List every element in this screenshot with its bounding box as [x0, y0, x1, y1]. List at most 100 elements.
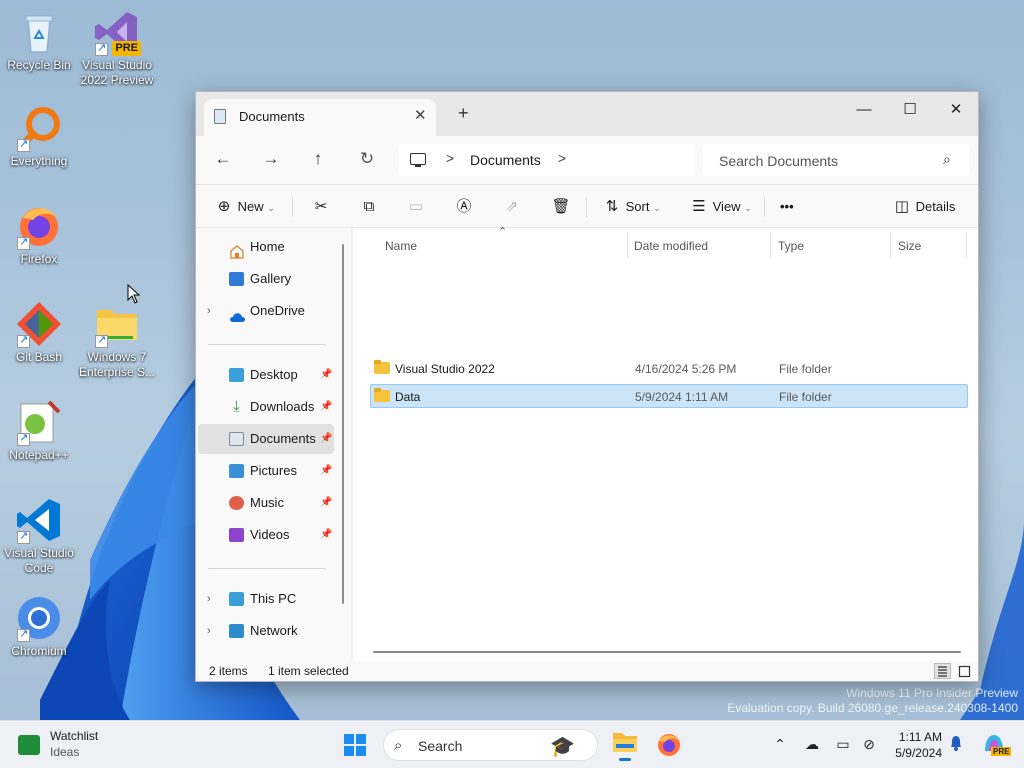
- new-tab-button[interactable]: +: [458, 103, 469, 124]
- taskbar-file-explorer-button[interactable]: [611, 729, 639, 761]
- desktop-icon-notepad-plus-plus[interactable]: Notepad++: [0, 398, 78, 463]
- running-indicator: [619, 758, 631, 761]
- sidebar-item-gallery[interactable]: Gallery: [198, 264, 334, 294]
- desktop-icon-everything[interactable]: Everything: [0, 104, 78, 169]
- view-button[interactable]: ☰ View ⌄: [689, 195, 751, 219]
- onedrive-cloud-icon: [229, 304, 245, 322]
- pin-icon[interactable]: 📌: [320, 456, 332, 486]
- sidebar-scrollbar[interactable]: [342, 244, 344, 604]
- maximize-button[interactable]: ☐: [887, 96, 933, 126]
- back-button[interactable]: ←: [209, 146, 237, 174]
- desktop-icon-chromium[interactable]: Chromium: [0, 594, 78, 659]
- delete-button[interactable]: 🗑: [551, 195, 571, 219]
- breadcrumb-documents[interactable]: Documents: [470, 152, 541, 168]
- breadcrumb-separator[interactable]: >: [446, 150, 454, 166]
- tab-documents[interactable]: Documents ✕: [204, 99, 436, 136]
- column-header-name[interactable]: Name: [385, 228, 417, 258]
- new-button[interactable]: ⊕ New ⌄: [214, 195, 275, 219]
- pin-icon[interactable]: 📌: [320, 392, 332, 422]
- cloud-offline-icon[interactable]: ☁: [803, 735, 821, 753]
- pin-icon[interactable]: 📌: [320, 360, 332, 390]
- command-bar: ⊕ New ⌄ ✂ ⧉ ▭ Ⓐ ⇗ 🗑 ⇅ Sort ⌄ ☰ View ⌄ ••…: [196, 184, 978, 228]
- sidebar-item-onedrive[interactable]: › OneDrive: [198, 296, 334, 326]
- sort-button[interactable]: ⇅ Sort ⌄: [602, 195, 661, 219]
- cut-button[interactable]: ✂: [311, 195, 331, 219]
- navigation-pane: Home Gallery › OneDrive Desktop 📌 ⤓ Down…: [196, 228, 351, 661]
- details-view-button[interactable]: [934, 663, 951, 679]
- desktop-icon-firefox[interactable]: Firefox: [0, 202, 78, 267]
- documents-icon: [229, 432, 244, 446]
- recycle-bin-icon: [15, 8, 63, 56]
- close-button[interactable]: ✕: [933, 96, 979, 126]
- sidebar-item-network[interactable]: › Network: [198, 616, 334, 646]
- up-button[interactable]: ↑: [304, 146, 332, 174]
- desktop-icon-windows-7-folder[interactable]: Windows 7 Enterprise S...: [78, 300, 156, 380]
- paste-button[interactable]: ▭: [406, 195, 426, 219]
- column-header-type[interactable]: Type: [778, 228, 804, 258]
- graduation-cap-icon: 🎓: [550, 736, 575, 758]
- sidebar-item-music[interactable]: Music 📌: [198, 488, 334, 518]
- widgets-watchlist-button[interactable]: Watchlist Ideas: [12, 727, 132, 763]
- copy-button[interactable]: ⧉: [359, 195, 379, 219]
- desktop-icon-vscode[interactable]: Visual Studio Code: [0, 496, 78, 576]
- tiles-view-button[interactable]: [956, 663, 973, 679]
- file-row-visual-studio-2022[interactable]: Visual Studio 2022 4/16/2024 5:26 PM Fil…: [370, 356, 968, 380]
- chevron-up-icon[interactable]: ⌃: [771, 735, 789, 753]
- rename-button[interactable]: Ⓐ: [454, 195, 474, 219]
- breadcrumb-separator[interactable]: >: [558, 150, 566, 166]
- sidebar-item-videos[interactable]: Videos 📌: [198, 520, 334, 550]
- start-button[interactable]: [343, 733, 367, 757]
- horizontal-scrollbar[interactable]: [373, 651, 961, 653]
- sidebar-item-downloads[interactable]: ⤓ Downloads 📌: [198, 392, 334, 422]
- pin-icon[interactable]: 📌: [320, 520, 332, 550]
- taskbar-firefox-button[interactable]: [656, 732, 682, 758]
- trash-icon: 🗑: [551, 198, 571, 215]
- share-button[interactable]: ⇗: [502, 195, 522, 219]
- videos-icon: [229, 528, 244, 542]
- system-clock[interactable]: 1:11 AM 5/9/2024: [880, 729, 942, 761]
- copy-icon: ⧉: [363, 198, 375, 215]
- sort-ascending-icon: ⌃: [498, 226, 508, 238]
- view-lines-icon: ☰: [692, 198, 706, 215]
- search-input[interactable]: Search Documents ⌕: [703, 144, 969, 176]
- column-header-size[interactable]: Size: [898, 228, 921, 258]
- speaker-muted-icon[interactable]: ⊘: [860, 735, 878, 753]
- folder-icon: [374, 360, 390, 374]
- details-pane-button[interactable]: ◫ Details: [892, 195, 955, 219]
- address-bar[interactable]: > Documents >: [399, 144, 695, 176]
- sidebar-item-home[interactable]: Home: [198, 232, 334, 262]
- chevron-right-icon[interactable]: ›: [207, 616, 211, 646]
- navigation-bar: ← → ↑ ↻ > Documents > Search Documents ⌕: [196, 136, 978, 184]
- sidebar-item-documents[interactable]: Documents 📌: [198, 424, 334, 454]
- file-row-data[interactable]: Data 5/9/2024 1:11 AM File folder: [370, 384, 968, 408]
- desktop-icon-visual-studio-preview[interactable]: PRE Visual Studio 2022 Preview: [78, 8, 156, 88]
- refresh-button[interactable]: ↻: [353, 146, 381, 174]
- sidebar-item-pictures[interactable]: Pictures 📌: [198, 456, 334, 486]
- download-arrow-icon: ⤓: [233, 398, 240, 415]
- shortcut-arrow-icon: [17, 431, 30, 446]
- column-header-date-modified[interactable]: Date modified: [634, 228, 708, 258]
- pin-icon[interactable]: 📌: [320, 488, 332, 518]
- see-more-button[interactable]: •••: [780, 195, 794, 219]
- column-divider[interactable]: [770, 232, 771, 258]
- chevron-right-icon[interactable]: ›: [207, 584, 211, 614]
- column-divider[interactable]: [966, 232, 967, 258]
- clipboard-icon: ▭: [408, 198, 424, 215]
- pin-icon[interactable]: 📌: [320, 424, 332, 454]
- taskbar-search-input[interactable]: ⌕ Search 🎓: [383, 729, 598, 761]
- preview-badge: PRE: [991, 747, 1012, 756]
- forward-button[interactable]: →: [257, 146, 285, 174]
- desktop-icon-recycle-bin[interactable]: Recycle Bin: [0, 8, 78, 73]
- display-icon[interactable]: ▭: [834, 735, 852, 753]
- notification-bell-icon[interactable]: [947, 735, 965, 753]
- sidebar-item-desktop[interactable]: Desktop 📌: [198, 360, 334, 390]
- shortcut-arrow-icon: [17, 627, 30, 642]
- copilot-button[interactable]: PRE: [981, 731, 1012, 757]
- minimize-button[interactable]: —: [841, 96, 887, 126]
- desktop-icon-git-bash[interactable]: Git Bash: [0, 300, 78, 365]
- column-divider[interactable]: [627, 232, 628, 258]
- column-divider[interactable]: [890, 232, 891, 258]
- sidebar-item-this-pc[interactable]: › This PC: [198, 584, 334, 614]
- chevron-right-icon[interactable]: ›: [207, 296, 211, 326]
- tab-close-icon[interactable]: ✕: [414, 106, 427, 124]
